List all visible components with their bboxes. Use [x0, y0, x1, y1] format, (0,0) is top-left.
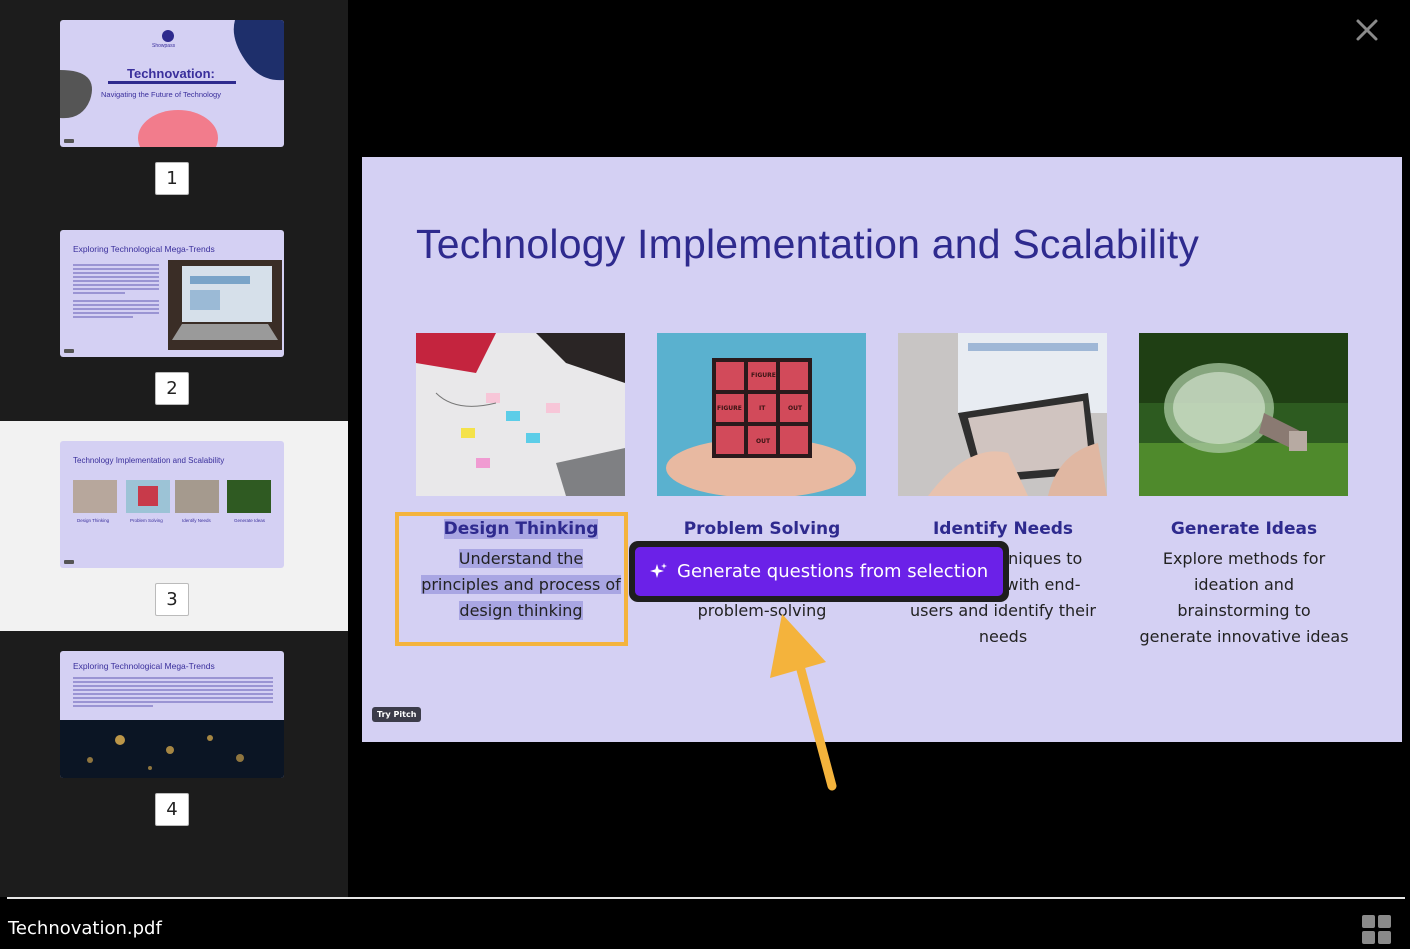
page-number-2: 2	[155, 372, 189, 405]
page-number-1: 1	[155, 162, 189, 195]
thumbnail-item-1[interactable]: Showpass Technovation: Navigating the Fu…	[0, 0, 348, 210]
svg-text:FIGURE: FIGURE	[717, 405, 742, 412]
thumbnail-3-card-3: Identify Needs	[182, 518, 211, 523]
grid-view-icon[interactable]	[1362, 915, 1391, 944]
card-heading-generate-ideas: Generate Ideas	[1170, 519, 1318, 539]
generate-questions-button[interactable]: Generate questions from selection	[635, 547, 1003, 596]
tablet-image	[898, 333, 1107, 496]
thumbnail-3-card-2: Problem Solving	[130, 518, 163, 523]
selection-highlight-box	[395, 512, 628, 646]
svg-text:IT: IT	[759, 405, 766, 412]
svg-text:FIGURE: FIGURE	[751, 372, 776, 379]
thumbnail-item-2[interactable]: Exploring Technological Mega-Trends 2	[0, 210, 348, 420]
thumbnail-1-title: Technovation:	[127, 66, 215, 81]
try-pitch-badge[interactable]: Try Pitch	[372, 707, 422, 722]
file-name: Technovation.pdf	[8, 918, 162, 939]
thumbnail-3-badge	[64, 560, 74, 564]
page-number-4: 4	[155, 793, 189, 826]
thumbnail-2-badge	[64, 349, 74, 353]
thumbnail-1-badge	[64, 139, 74, 143]
lightbulb-image	[1139, 333, 1348, 496]
thumbnail-slide-2[interactable]: Exploring Technological Mega-Trends	[60, 230, 284, 357]
thumbnail-3-image-3	[175, 480, 219, 513]
thumbnail-2-title: Exploring Technological Mega-Trends	[73, 244, 215, 254]
thumbnail-3-card-1: Design Thinking	[77, 518, 110, 523]
night-earth-image	[60, 720, 284, 778]
thumbnail-1-underline	[108, 81, 236, 84]
rubiks-cube-image: FIGURE FIGURE IT OUT OUT	[657, 333, 866, 496]
thumbnail-sidebar: Showpass Technovation: Navigating the Fu…	[0, 0, 348, 897]
slide-page-3: Technology Implementation and Scalabilit…	[362, 157, 1402, 742]
card-heading-identify-needs: Identify Needs	[932, 519, 1074, 539]
thumbnail-3-title: Technology Implementation and Scalabilit…	[73, 456, 225, 465]
annotation-arrow	[770, 614, 837, 791]
svg-text:OUT: OUT	[756, 438, 771, 445]
footer-divider	[7, 897, 1405, 899]
pdf-viewer: Showpass Technovation: Navigating the Fu…	[0, 0, 1410, 949]
thumbnail-slide-3[interactable]: Technology Implementation and Scalabilit…	[60, 441, 284, 568]
thumbnail-item-4[interactable]: Exploring Technological Mega-Trends 4	[0, 631, 348, 841]
design-thinking-image	[416, 333, 625, 496]
thumbnail-3-image-1	[73, 480, 117, 513]
thumbnail-3-image-2	[126, 480, 170, 513]
thumbnail-slide-1[interactable]: Showpass Technovation: Navigating the Fu…	[60, 20, 284, 147]
thumbnail-2-body	[73, 264, 159, 318]
svg-text:OUT: OUT	[788, 405, 803, 412]
selection-popup: Generate questions from selection	[629, 541, 1009, 602]
laptop-image	[168, 260, 282, 350]
slide-title: Technology Implementation and Scalabilit…	[416, 221, 1200, 267]
thumbnail-1-subtitle: Navigating the Future of Technology	[101, 90, 221, 99]
thumbnail-1-brand: Showpass	[152, 43, 176, 49]
thumbnail-slide-4[interactable]: Exploring Technological Mega-Trends	[60, 651, 284, 778]
thumbnail-4-title: Exploring Technological Mega-Trends	[73, 661, 215, 671]
sparkle-icon	[650, 562, 667, 578]
thumbnail-item-3[interactable]: Technology Implementation and Scalabilit…	[0, 421, 348, 631]
thumbnail-3-image-4	[227, 480, 271, 513]
close-icon[interactable]	[1353, 16, 1381, 44]
card-heading-problem-solving: Problem Solving	[683, 519, 841, 539]
thumbnail-4-body	[73, 677, 273, 707]
generate-questions-label: Generate questions from selection	[677, 561, 989, 582]
thumbnail-3-card-4: Generate Ideas	[234, 518, 266, 523]
card-desc-generate-ideas: Explore methods for ideation and brainst…	[1139, 549, 1349, 646]
page-number-3: 3	[155, 583, 189, 616]
